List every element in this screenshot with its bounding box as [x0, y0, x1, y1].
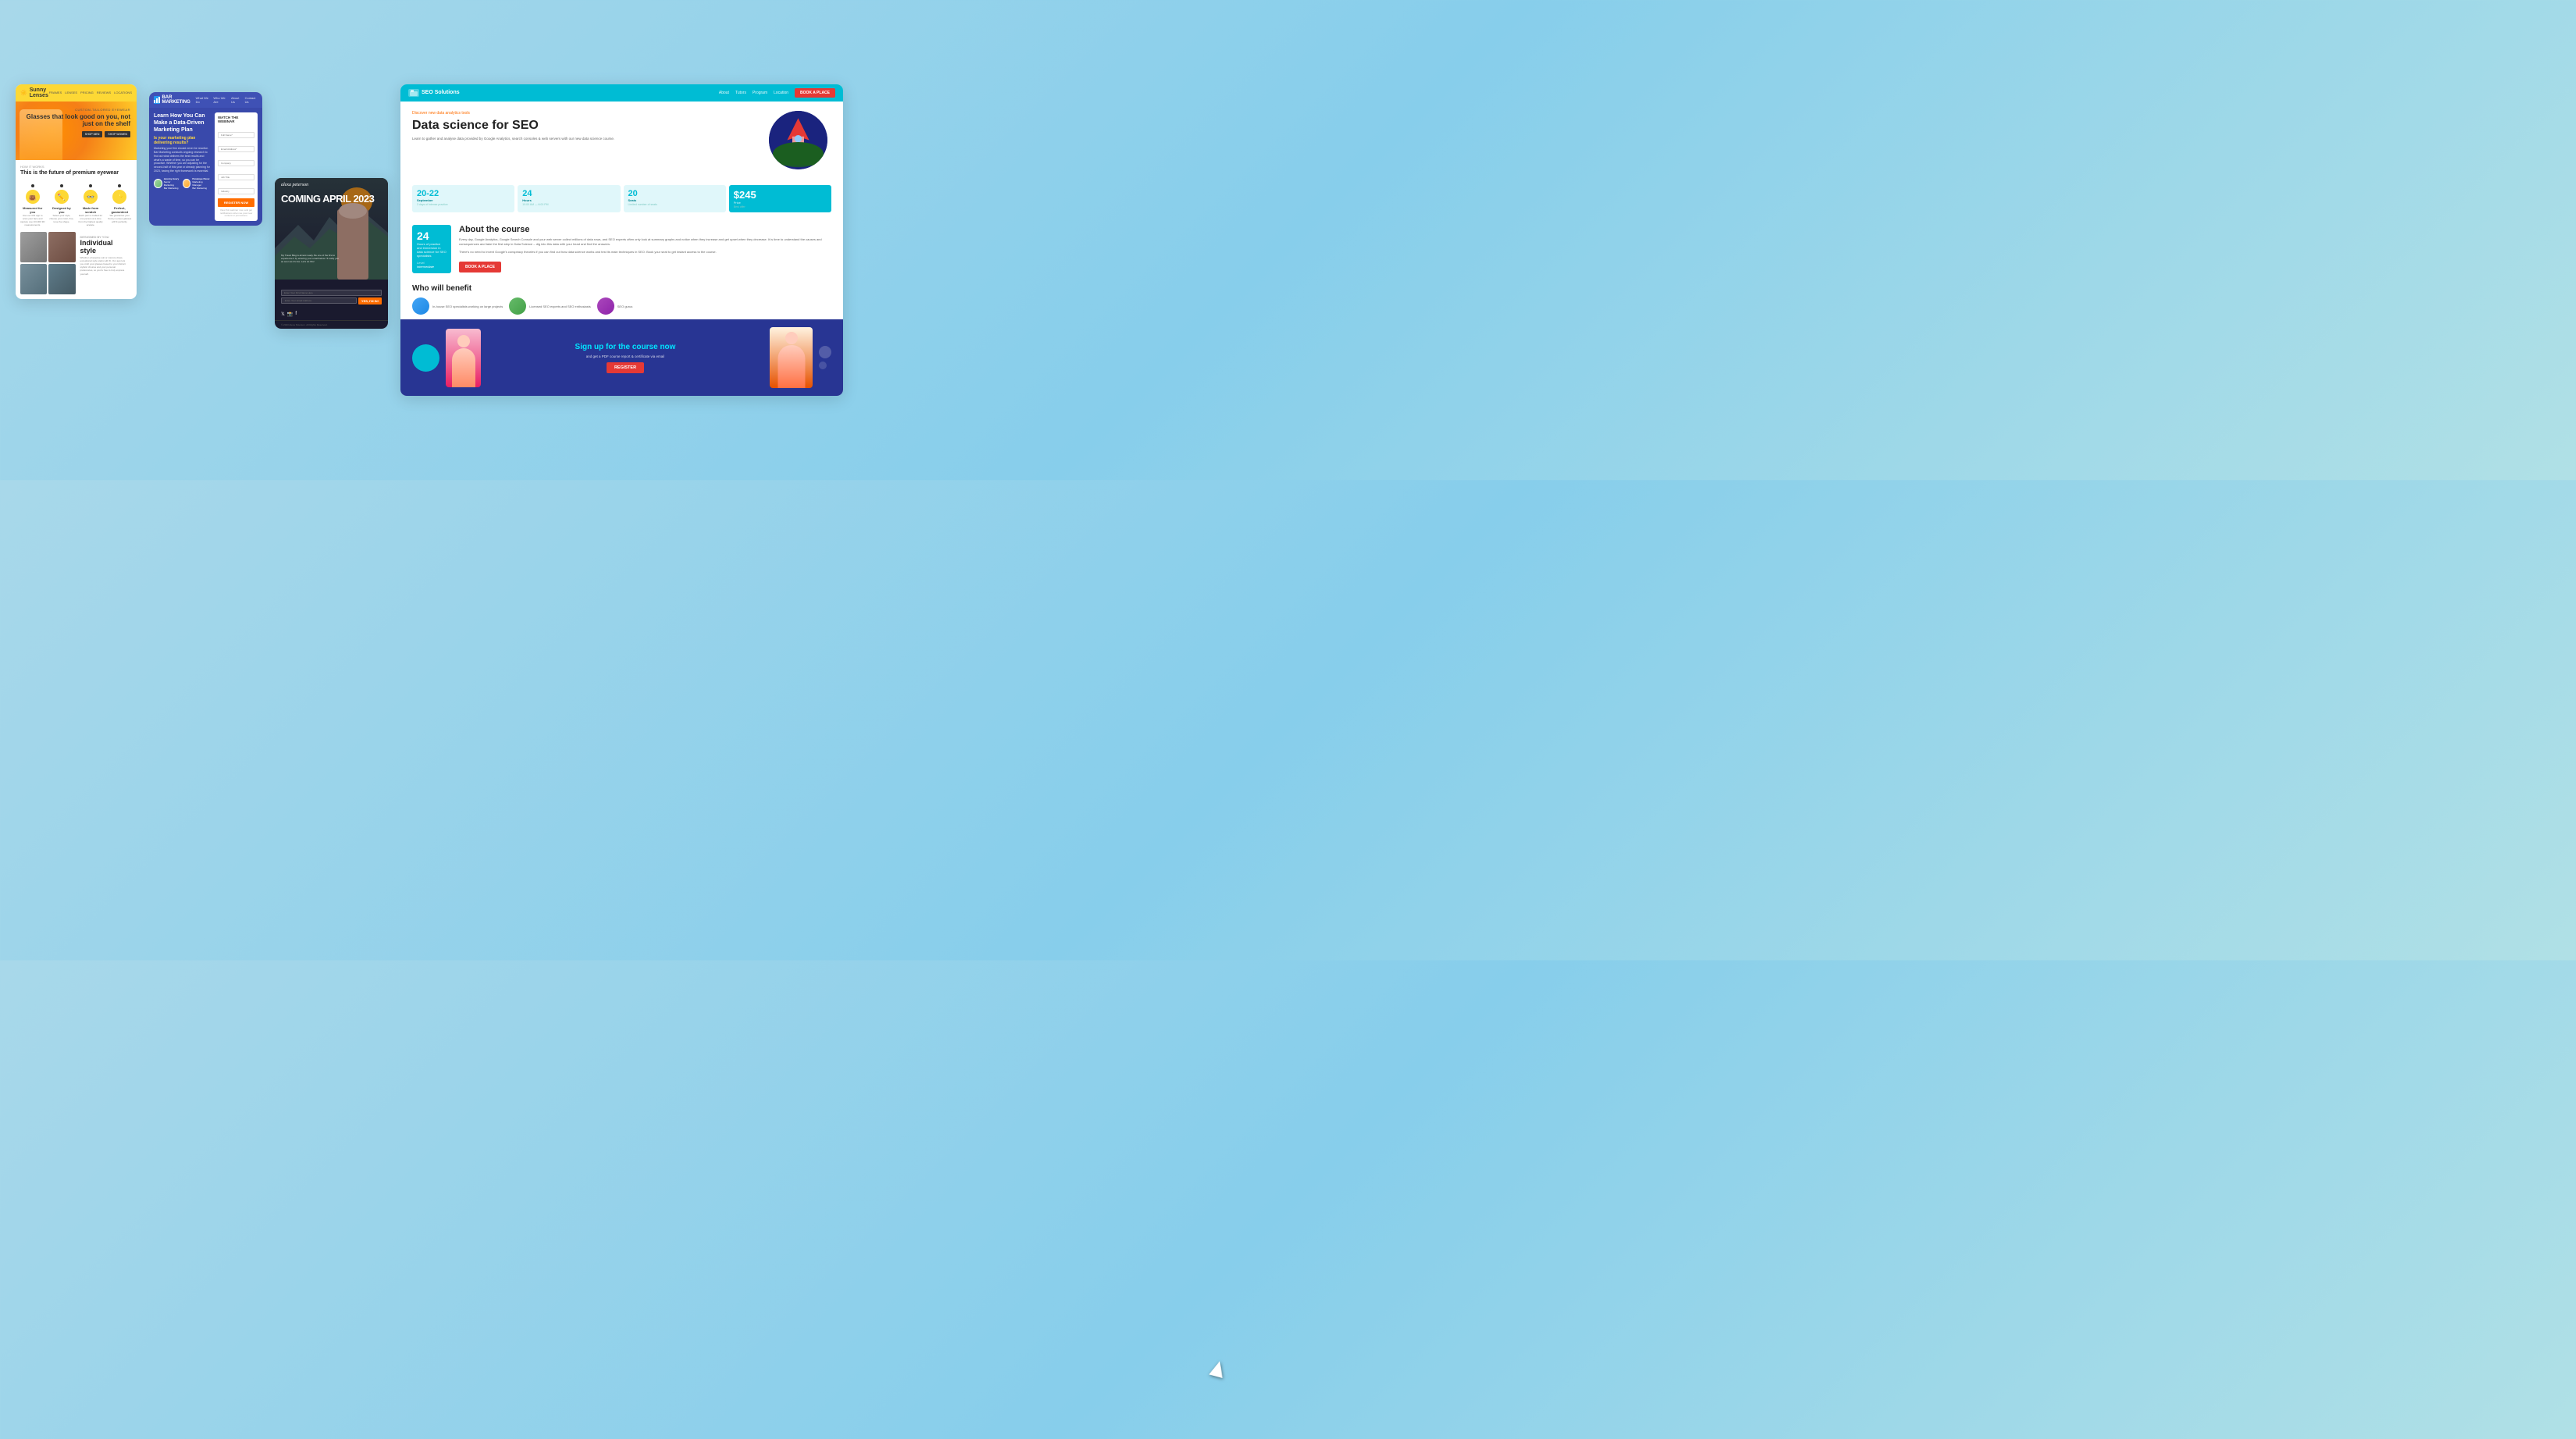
alexa-form: YES, I'M IN! [275, 280, 388, 308]
bar-right: WATCH THE WEBINAR REGISTER NOW View this… [215, 112, 258, 222]
sunny-header: ☀️ Sunny Lenses FRAMES LENSES PRICING RE… [16, 84, 137, 102]
signup-text: Sign up for the course now and get a PDF… [493, 343, 758, 373]
stat-seats: 20 Seats Limited number of seats [624, 185, 726, 212]
signup-register-button[interactable]: REGISTER [607, 362, 644, 373]
avatar-penelope [183, 179, 191, 188]
alexa-submit-button[interactable]: YES, I'M IN! [358, 297, 382, 305]
course-teal-box: 24 Hours of practice and immersion in da… [412, 225, 451, 274]
persons-grid [20, 232, 76, 294]
bar-person-2: Penelope Perez Marketing Manager Bar Mar… [183, 177, 210, 190]
benefit-1: In-house SEO specialists working on larg… [412, 297, 503, 315]
scratch-icon: 👓 [84, 190, 98, 204]
seo-stats: 20-22 September 3 days of intense practi… [400, 179, 843, 219]
twitter-icon[interactable]: 𝕏 [281, 312, 285, 317]
alexa-social: 𝕏 📸 f [275, 308, 388, 320]
alexa-hero: alexa peterson COMING APRIL 2023 My Trav… [275, 178, 388, 280]
seo-signup-section: Sign up for the course now and get a PDF… [400, 319, 843, 396]
shop-men-button[interactable]: SHOP MEN [82, 131, 103, 137]
alexa-name: alexa peterson [281, 183, 308, 187]
webinar-form: WATCH THE WEBINAR REGISTER NOW View this… [215, 112, 258, 222]
seo-logo: SEO Solutions [408, 89, 460, 97]
individual-style-section: DESIGNED BY YOU Individual style Whether… [77, 232, 133, 294]
sunny-hero-text: CUSTOM-TAILORED EYEWEAR Glasses that loo… [16, 108, 130, 137]
benefit-3: SEO gurus [597, 297, 633, 315]
signup-dot-2 [819, 362, 827, 369]
seo-logo-icon [408, 89, 419, 97]
signup-dot-1 [819, 346, 831, 358]
bar-header: BAR MARKETING What We Do Who We Are Abou… [149, 92, 262, 108]
benefit-icon-3 [597, 297, 614, 315]
benefit-items: In-house SEO specialists working on larg… [412, 297, 831, 315]
alexa-peterson-card: alexa peterson COMING APRIL 2023 My Trav… [275, 178, 388, 329]
bar-person-1: Jeremy Avery Senior Marketing Bar Market… [154, 177, 180, 190]
sunny-nav: FRAMES LENSES PRICING REVIEWS LOCATIONS [49, 91, 132, 94]
signup-left [412, 329, 481, 387]
register-now-button[interactable]: REGISTER NOW [218, 198, 254, 207]
sunny-lenses-card: ☀️ Sunny Lenses FRAMES LENSES PRICING RE… [16, 84, 137, 299]
benefit-icon-1 [412, 297, 429, 315]
signup-person-left [446, 329, 481, 387]
seo-hero: Discover new data analytics tools Data s… [400, 102, 843, 179]
bar-logo: BAR MARKETING [154, 95, 196, 105]
seo-nav: About Tutors Program Location BOOK A PLA… [719, 88, 835, 98]
industry-input[interactable] [218, 188, 254, 194]
seo-benefit-section: Who will benefit In-house SEO specialist… [400, 280, 843, 319]
sunny-features: 👜 Measured for you Use our iOS app to sc… [20, 181, 132, 227]
seo-course-section: 24 Hours of practice and immersion in da… [400, 219, 843, 280]
sun-icon: ☀️ [20, 90, 27, 96]
feature-measured: 👜 Measured for you Use our iOS app to sc… [20, 184, 44, 227]
feature-designed: ✏️ Designed by you Select your style, ch… [49, 184, 73, 227]
person-image-4 [48, 264, 75, 294]
signup-right [770, 327, 831, 388]
seo-hero-left: Discover new data analytics tools Data s… [412, 111, 761, 142]
alexa-coming: COMING APRIL 2023 [281, 194, 374, 205]
designed-icon: ✏️ [55, 190, 69, 204]
alexa-email-input[interactable] [281, 297, 357, 304]
book-place-button[interactable]: BOOK A PLACE [459, 262, 501, 272]
person-image-3 [20, 264, 47, 294]
person-image-2 [48, 232, 75, 262]
feature-perfect: ⭐ Perfect, guaranteed We guarantee your … [108, 184, 132, 227]
gallery-section: DESIGNED BY YOU Individual style Whether… [16, 232, 137, 299]
email-input[interactable] [218, 146, 254, 152]
sunny-hero: CUSTOM-TAILORED EYEWEAR Glasses that loo… [16, 102, 137, 160]
bar-nav: What We Do Who We Are About Us Contact U… [196, 96, 258, 104]
bar-people: Jeremy Avery Senior Marketing Bar Market… [154, 177, 210, 190]
measured-icon: 👜 [26, 190, 40, 204]
benefit-2: Licensed SEO experts and SEO enthusiasts [509, 297, 591, 315]
bar-marketing-card: BAR MARKETING What We Do Who We Are Abou… [149, 92, 262, 226]
mouse-cursor [1209, 1359, 1227, 1378]
seo-header: SEO Solutions About Tutors Program Locat… [400, 84, 843, 102]
course-right: About the course Every day, Google Analy… [459, 225, 831, 274]
stat-hours: 24 Hours 10:00 AM — 6:00 PM [518, 185, 620, 212]
avatar-jeremy [154, 179, 162, 188]
seo-book-button[interactable]: BOOK A PLACE [795, 88, 835, 98]
seo-solutions-card: SEO Solutions About Tutors Program Locat… [400, 84, 843, 397]
stat-price: $245 Price Best offer [729, 185, 831, 212]
stat-dates: 20-22 September 3 days of intense practi… [412, 185, 514, 212]
sunny-logo: ☀️ Sunny Lenses [20, 87, 49, 98]
alexa-footer: © 2023 Alexa Peterson. All Rights Reserv… [275, 320, 388, 329]
company-input[interactable] [218, 160, 254, 166]
signup-circle-decoration [412, 344, 439, 372]
bar-main: Learn How You Can Make a Data-Driven Mar… [149, 108, 262, 226]
signup-person-right [770, 327, 813, 388]
bar-left: Learn How You Can Make a Data-Driven Mar… [154, 112, 210, 222]
main-container: ☀️ Sunny Lenses FRAMES LENSES PRICING RE… [16, 84, 843, 397]
shop-women-button[interactable]: SHOP WOMEN [105, 131, 130, 137]
benefit-icon-2 [509, 297, 526, 315]
alexa-firstname-input[interactable] [281, 290, 382, 296]
sunny-how-section: HOW IT WORKS This is the future of premi… [16, 160, 137, 232]
perfect-icon: ⭐ [112, 190, 126, 204]
jobtitle-input[interactable] [218, 174, 254, 180]
bar-chart-icon [154, 96, 160, 104]
facebook-icon[interactable]: f [295, 312, 297, 317]
feature-scratch: 👓 Made from scratch Each pair is crafted… [78, 184, 102, 227]
rocket-illustration [769, 111, 827, 169]
person-image-1 [20, 232, 47, 262]
instagram-icon[interactable]: 📸 [287, 312, 293, 317]
fullname-input[interactable] [218, 132, 254, 138]
seo-hero-right [769, 111, 831, 169]
